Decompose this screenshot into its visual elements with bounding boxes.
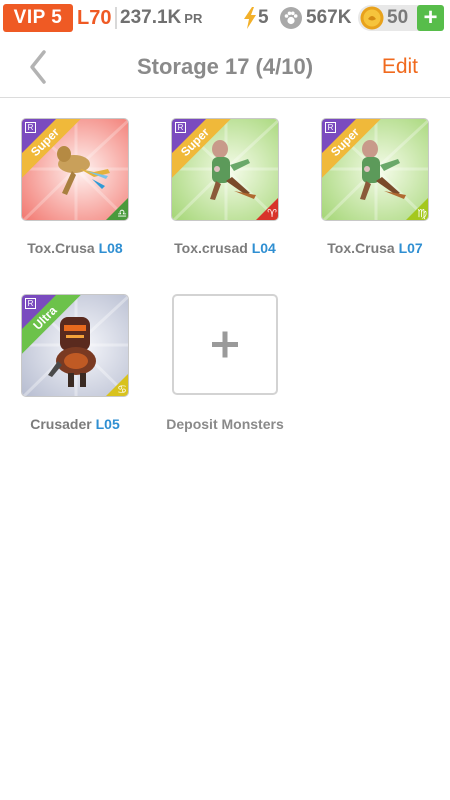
class-badge-letter: R [175, 122, 186, 133]
monster-name: Tox.crusad [174, 240, 248, 256]
player-level: L70 [77, 7, 112, 29]
food-count: 567K [306, 7, 352, 28]
nav-bar: Storage 17 (4/10) Edit [0, 36, 450, 98]
monster-name-line: Tox.crusad L04 [150, 240, 300, 256]
power-rating: 237.1K PR [120, 4, 202, 32]
status-bar: VIP 5 L70 237.1K PR 5 567K 50 + [0, 0, 450, 36]
monster-name-line: Tox.Crusa L07 [300, 240, 450, 256]
monster-name-line: Crusader L05 [0, 416, 150, 432]
monster-level: L04 [251, 240, 276, 256]
monster-card[interactable]: Super R ♈ [171, 118, 279, 221]
power-unit: PR [184, 11, 203, 26]
class-badge-letter: R [25, 298, 36, 309]
coin-count: 50 [387, 7, 409, 28]
deposit-label: Deposit Monsters [166, 416, 284, 432]
monster-card[interactable]: Super R ♍ [321, 118, 429, 221]
power-value: 237.1K [120, 7, 182, 28]
zodiac-aries-icon: ♈ [267, 207, 277, 220]
coin-icon [360, 6, 384, 30]
monster-slot[interactable]: Ultra R ♋ Crusader L05 [0, 294, 150, 432]
monster-slot[interactable]: Super R ♍ Tox.Crusa L07 [300, 118, 450, 256]
class-badge-letter: R [25, 122, 36, 133]
deposit-slot[interactable]: Deposit Monsters [150, 294, 300, 432]
zodiac-libra-icon: ♎ [117, 207, 127, 220]
paw-icon [280, 7, 302, 29]
energy-count: 5 [258, 7, 269, 28]
lightning-icon [244, 7, 256, 29]
vip-badge[interactable]: VIP 5 [3, 4, 73, 32]
monster-name: Tox.Crusa [327, 240, 395, 256]
monster-level: L05 [95, 416, 120, 432]
monster-slot[interactable]: Super R ♎ Tox.Crusa L08 [0, 118, 150, 256]
monster-card[interactable]: Ultra R ♋ [21, 294, 129, 397]
add-coins-button[interactable]: + [417, 5, 444, 31]
class-badge-letter: R [325, 122, 336, 133]
monster-level: L07 [398, 240, 423, 256]
edit-button[interactable]: Edit [382, 36, 418, 98]
zodiac-virgo-icon: ♍ [417, 207, 427, 220]
plus-icon [212, 331, 238, 358]
monster-slot[interactable]: Super R ♈ Tox.crusad L04 [150, 118, 300, 256]
monster-name-line: Tox.Crusa L08 [0, 240, 150, 256]
zodiac-cancer-icon: ♋ [117, 383, 127, 396]
status-divider [115, 7, 117, 29]
monster-name: Tox.Crusa [27, 240, 95, 256]
deposit-monsters-button[interactable] [172, 294, 278, 395]
monster-name: Crusader [30, 416, 92, 432]
monster-card[interactable]: Super R ♎ [21, 118, 129, 221]
monster-level: L08 [98, 240, 123, 256]
